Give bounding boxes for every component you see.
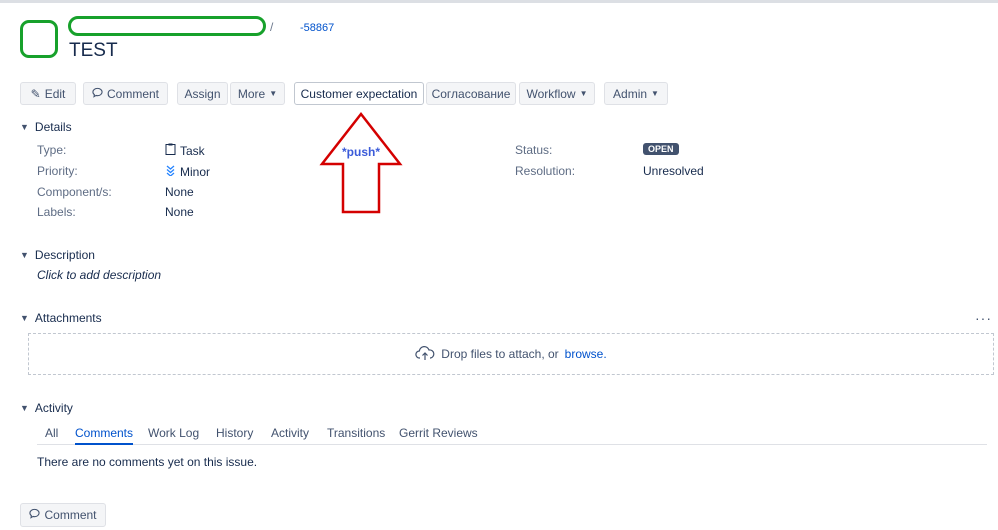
chevron-down-icon: ▼ xyxy=(20,313,29,323)
chevron-down-icon: ▼ xyxy=(579,89,588,98)
activity-section-toggle[interactable]: ▼ Activity xyxy=(20,401,73,415)
tab-divider xyxy=(37,444,987,445)
priority-label: Priority: xyxy=(37,164,78,178)
labels-label: Labels: xyxy=(37,205,76,219)
comment-button-label: Comment xyxy=(106,86,159,101)
footer-comment-button[interactable]: Comment xyxy=(20,503,106,527)
tab-transitions[interactable]: Transitions xyxy=(327,426,385,440)
components-value[interactable]: None xyxy=(165,185,194,199)
resolution-value: Unresolved xyxy=(643,164,704,178)
components-label: Component/s: xyxy=(37,185,112,199)
type-value: Task xyxy=(165,143,205,158)
edit-button[interactable]: ✎ Edit xyxy=(20,82,76,105)
project-avatar-highlight xyxy=(20,20,58,58)
cloud-upload-icon xyxy=(415,345,435,364)
priority-value[interactable]: Minor xyxy=(165,164,210,179)
tab-gerrit-reviews[interactable]: Gerrit Reviews xyxy=(399,426,478,440)
tab-work-log[interactable]: Work Log xyxy=(148,426,199,440)
tab-all[interactable]: All xyxy=(45,426,58,440)
workflow-dropdown-label: Workflow xyxy=(526,86,576,101)
comment-icon xyxy=(92,87,103,101)
status-badge: OPEN xyxy=(643,143,679,155)
breadcrumb-separator: / xyxy=(270,20,274,34)
attachments-section-toggle[interactable]: ▼ Attachments xyxy=(20,311,102,325)
admin-dropdown-label: Admin xyxy=(613,86,648,101)
issue-key-link[interactable]: -58867 xyxy=(300,22,334,34)
approval-button[interactable]: Согласование xyxy=(426,82,516,105)
top-border xyxy=(0,0,998,3)
activity-heading: Activity xyxy=(34,401,73,415)
push-annotation-text: *push* xyxy=(342,145,380,159)
tab-history[interactable]: History xyxy=(216,426,253,440)
customer-expectation-button[interactable]: Customer expectation xyxy=(294,82,424,105)
assign-button[interactable]: Assign xyxy=(177,82,228,105)
browse-link[interactable]: browse. xyxy=(565,347,607,361)
description-heading: Description xyxy=(34,248,95,262)
labels-value[interactable]: None xyxy=(165,205,194,219)
type-value-text: Task xyxy=(180,143,205,158)
priority-minor-icon xyxy=(165,164,176,179)
chevron-down-icon: ▼ xyxy=(20,122,29,132)
task-icon xyxy=(165,143,176,158)
details-heading: Details xyxy=(34,120,72,134)
comment-icon xyxy=(29,508,41,522)
type-label: Type: xyxy=(37,143,67,157)
chevron-down-icon: ▼ xyxy=(20,250,29,260)
no-comments-message: There are no comments yet on this issue. xyxy=(37,455,258,469)
tab-activity[interactable]: Activity xyxy=(271,426,309,440)
more-dropdown[interactable]: More ▼ xyxy=(230,82,285,105)
tab-comments[interactable]: Comments xyxy=(75,426,133,440)
attachments-more-button[interactable]: ··· xyxy=(975,310,992,326)
issue-title[interactable]: TEST xyxy=(69,40,118,62)
edit-button-label: Edit xyxy=(44,86,66,101)
footer-comment-label: Comment xyxy=(44,508,97,522)
dropzone-text: Drop files to attach, or xyxy=(441,347,559,361)
attachments-heading: Attachments xyxy=(34,311,102,325)
active-tab-indicator xyxy=(75,443,133,445)
workflow-dropdown[interactable]: Workflow ▼ xyxy=(519,82,595,105)
pencil-icon: ✎ xyxy=(30,86,41,101)
admin-dropdown[interactable]: Admin ▼ xyxy=(604,82,668,105)
details-section-toggle[interactable]: ▼ Details xyxy=(20,120,72,134)
chevron-down-icon: ▼ xyxy=(651,89,659,98)
push-arrow-annotation: *push* xyxy=(319,111,403,214)
more-dropdown-label: More xyxy=(237,86,266,101)
status-label: Status: xyxy=(515,143,553,157)
breadcrumb-redaction-highlight xyxy=(68,16,266,36)
resolution-label: Resolution: xyxy=(515,164,576,178)
priority-value-text: Minor xyxy=(180,164,211,179)
chevron-down-icon: ▼ xyxy=(20,403,29,413)
description-section-toggle[interactable]: ▼ Description xyxy=(20,248,95,262)
comment-button[interactable]: Comment xyxy=(83,82,168,105)
attachment-dropzone[interactable]: Drop files to attach, or browse. xyxy=(28,333,994,375)
chevron-down-icon: ▼ xyxy=(269,89,278,98)
description-placeholder[interactable]: Click to add description xyxy=(37,268,161,282)
